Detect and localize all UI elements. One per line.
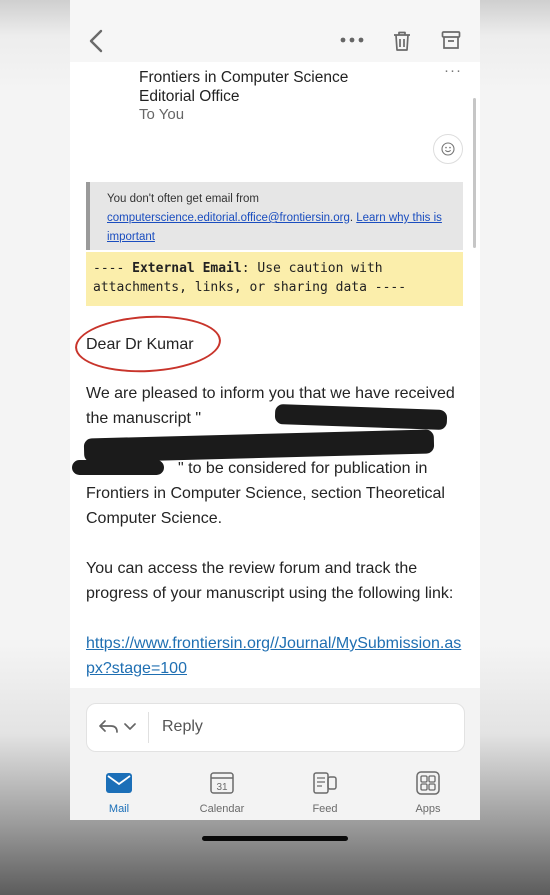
message-card: Frontiers in Computer Science Editorial … xyxy=(70,62,480,688)
tab-calendar[interactable]: 31 Calendar xyxy=(182,771,262,815)
recipient-label[interactable]: To You xyxy=(139,106,184,123)
annotation-circle xyxy=(73,312,223,376)
back-button[interactable] xyxy=(84,26,108,56)
first-contact-notice: You don't often get email from computers… xyxy=(86,182,463,250)
tab-feed-label: Feed xyxy=(312,803,338,815)
tab-mail[interactable]: Mail xyxy=(79,771,159,815)
archive-button[interactable] xyxy=(439,28,463,52)
reply-label[interactable]: Reply xyxy=(162,718,203,736)
notice-text: You don't often get email from xyxy=(107,193,260,205)
chevron-left-icon xyxy=(89,29,103,53)
manuscript-link[interactable]: https://www.frontiersin.org//Journal/MyS… xyxy=(86,631,466,681)
sender-line-1: Frontiers in Computer Science xyxy=(139,69,349,86)
sender-name[interactable]: Frontiers in Computer Science Editorial … xyxy=(139,68,348,106)
warning-bold: External Email xyxy=(132,261,242,276)
sender-line-2: Editorial Office xyxy=(139,88,240,105)
reply-arrow-icon xyxy=(99,720,136,733)
tab-feed[interactable]: Feed xyxy=(285,771,365,815)
smiley-icon xyxy=(441,142,455,156)
reply-options-button[interactable] xyxy=(97,714,141,740)
calendar-day: 31 xyxy=(216,782,228,793)
external-email-warning: ---- External Email: Use caution with at… xyxy=(86,252,463,306)
home-indicator[interactable] xyxy=(202,836,348,841)
reply-bar[interactable]: Reply xyxy=(86,703,465,752)
body-paragraph-2: You can access the review forum and trac… xyxy=(86,560,454,602)
message-toolbar xyxy=(70,0,480,63)
calendar-icon: 31 xyxy=(210,772,234,794)
feed-icon xyxy=(313,772,337,794)
message-more-button[interactable]: ··· xyxy=(444,62,462,79)
tab-apps[interactable]: Apps xyxy=(388,771,468,815)
tab-calendar-label: Calendar xyxy=(199,803,245,815)
more-horizontal-icon xyxy=(340,37,364,43)
tab-mail-label: Mail xyxy=(108,803,130,815)
warning-prefix: ---- xyxy=(93,261,133,276)
redaction-mark xyxy=(72,460,164,475)
apps-icon xyxy=(416,771,440,795)
delete-button[interactable] xyxy=(390,28,414,54)
sender-email-link[interactable]: computerscience.editorial.office@frontie… xyxy=(107,212,350,224)
archive-icon xyxy=(441,31,461,49)
reply-divider xyxy=(148,712,149,743)
trash-icon xyxy=(394,31,410,51)
reaction-button[interactable] xyxy=(433,134,463,164)
tab-apps-label: Apps xyxy=(415,803,441,815)
more-options-button[interactable] xyxy=(338,30,366,50)
scrollbar[interactable] xyxy=(473,98,476,248)
mail-icon xyxy=(106,773,132,793)
bottom-tab-bar: Mail 31 Calendar Feed Apps xyxy=(70,765,480,821)
